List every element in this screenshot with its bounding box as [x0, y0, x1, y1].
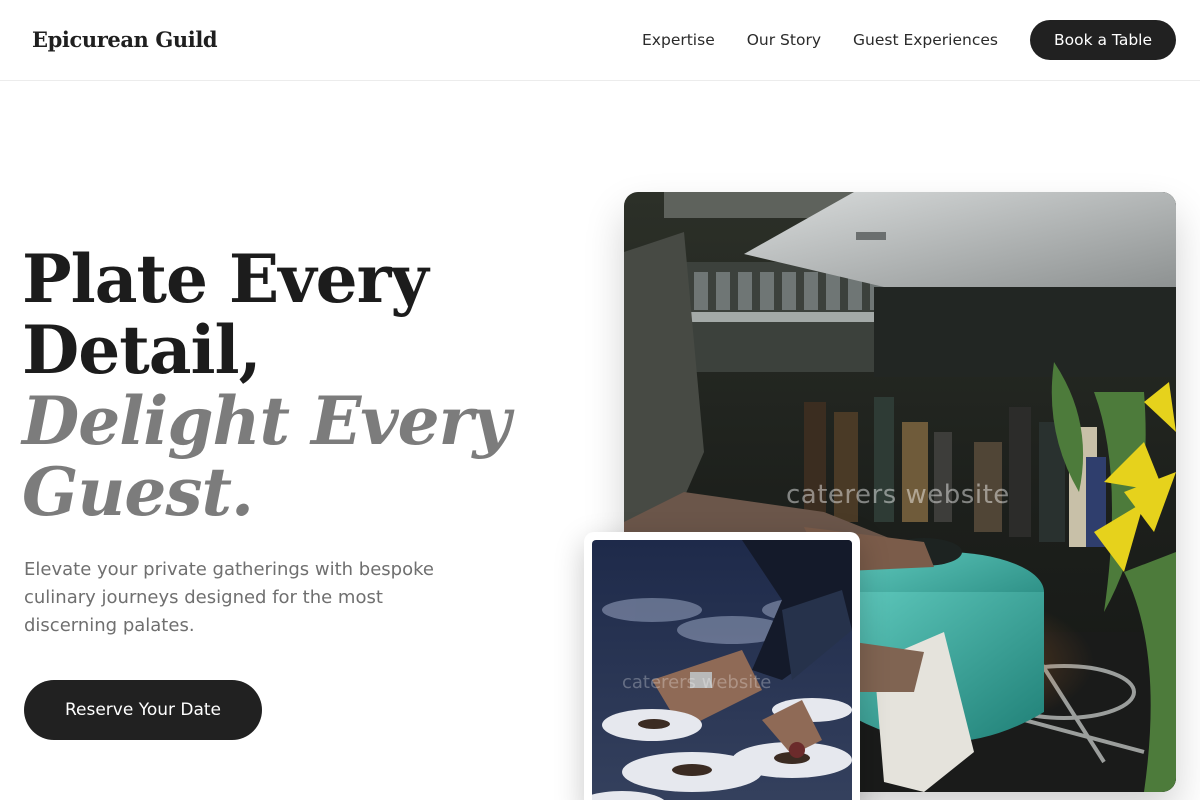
nav-link-our-story[interactable]: Our Story: [747, 20, 821, 60]
brand-logo[interactable]: Epicurean Guild: [32, 27, 218, 52]
hero-accent-line-2: Guest.: [22, 453, 254, 531]
hero-title: Plate Every Detail, Delight Every Guest.: [22, 244, 542, 528]
book-table-button[interactable]: Book a Table: [1029, 20, 1176, 60]
nav-link-expertise[interactable]: Expertise: [642, 20, 715, 60]
main-nav: Expertise Our Story Guest Experiences Bo…: [610, 20, 1176, 60]
hero-title-line-1: Plate Every: [22, 240, 429, 318]
site-header: Epicurean Guild Expertise Our Story Gues…: [0, 0, 1200, 81]
hero-subtitle: Elevate your private gatherings with bes…: [24, 559, 434, 636]
plating-photo-illustration: [592, 540, 852, 800]
nav-link-guest-experiences[interactable]: Guest Experiences: [853, 20, 998, 60]
plating-photo: [592, 540, 852, 800]
hero-title-line-2: Detail,: [22, 311, 262, 389]
reserve-date-button[interactable]: Reserve Your Date: [24, 680, 262, 740]
plating-photo-card: [584, 532, 860, 800]
hero-accent-line-1: Delight Every: [22, 382, 511, 460]
